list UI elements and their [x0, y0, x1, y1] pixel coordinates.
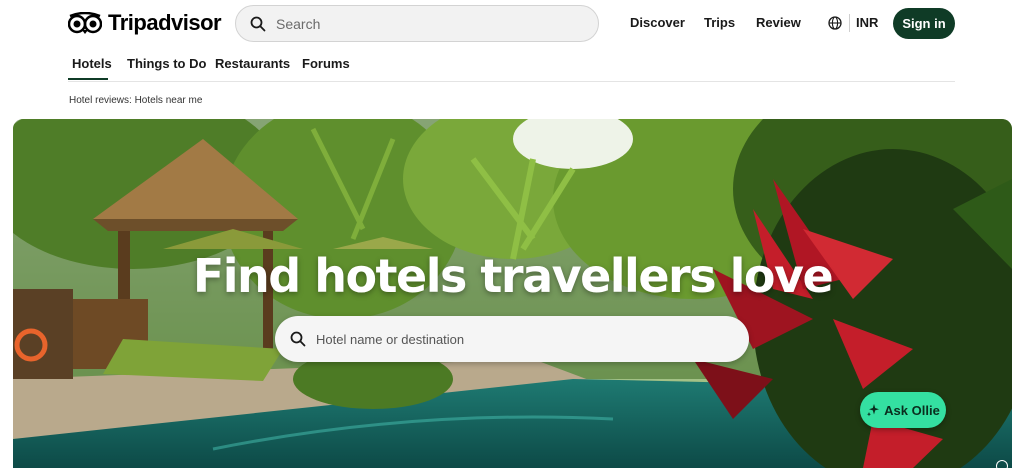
sparkle-icon [867, 404, 880, 417]
sign-in-button[interactable]: Sign in [893, 8, 955, 39]
currency-selector[interactable]: INR [856, 15, 878, 30]
nav-trips[interactable]: Trips [704, 15, 735, 30]
header-search-input[interactable] [276, 15, 576, 32]
site-header: Tripadvisor Discover Trips Review INR Si… [0, 0, 1024, 46]
search-icon [290, 331, 306, 347]
tripadvisor-owl-logo-icon [68, 12, 102, 34]
active-tab-indicator [68, 78, 108, 80]
ask-ollie-label: Ask Ollie [884, 402, 940, 418]
nav-discover[interactable]: Discover [630, 15, 685, 30]
hotel-search-input[interactable] [316, 331, 716, 347]
tab-hotels[interactable]: Hotels [72, 56, 112, 71]
breadcrumb[interactable]: Hotel reviews: Hotels near me [69, 95, 202, 106]
globe-icon[interactable] [828, 16, 842, 30]
logo-text: Tripadvisor [108, 10, 222, 35]
hotel-search-bar[interactable] [275, 316, 749, 362]
hero-scroll-indicator [996, 460, 1008, 468]
tab-restaurants[interactable]: Restaurants [215, 56, 290, 71]
hero-banner: Find hotels travellers love Ask Ollie [13, 119, 1012, 468]
search-icon [250, 16, 266, 31]
hero-title: Find hotels travellers love [192, 249, 834, 303]
logo[interactable]: Tripadvisor [68, 10, 222, 36]
tabs-divider [68, 81, 955, 82]
header-search-bar[interactable] [235, 5, 599, 42]
tab-forums[interactable]: Forums [302, 56, 350, 71]
nav-review[interactable]: Review [756, 15, 801, 30]
header-divider [849, 14, 850, 32]
ask-ollie-button[interactable]: Ask Ollie [860, 392, 946, 428]
tab-things-to-do[interactable]: Things to Do [127, 56, 206, 71]
